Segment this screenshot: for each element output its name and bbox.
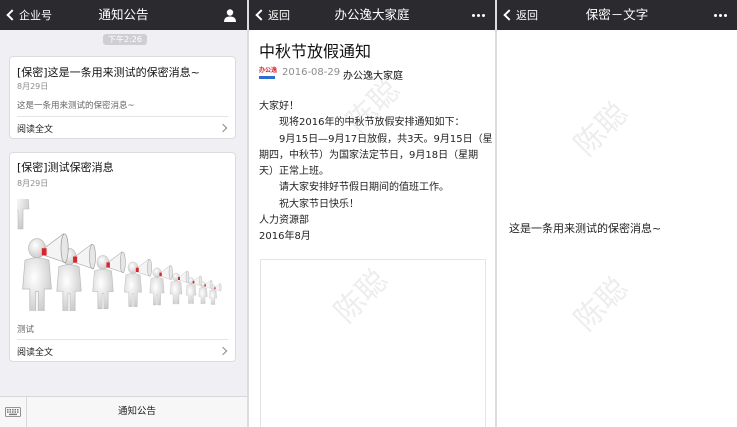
back-button[interactable]: 企业号 [6,0,52,30]
secret-message-text: 这是一条用来测试的保密消息~ [509,222,662,235]
navbar: 返回 保密－文字 [497,0,737,30]
watermark: 陈聪 [567,95,636,164]
article-line: 大家好！ [259,101,299,112]
back-button[interactable]: 返回 [255,0,290,30]
notice-list-screen: 企业号 通知公告 下午2:26 [保密]这是一条用来测试的保密消息~ 8月29日… [0,0,247,427]
back-label: 返回 [516,9,538,22]
card-description: 这是一条用来测试的保密消息~ [17,101,135,111]
watermark: 陈聪 [567,270,636,339]
article-date: 2016-08-29 [282,67,341,78]
secret-text-screen: 返回 保密－文字 这是一条用来测试的保密消息~ 陈聪 陈聪 [497,0,737,427]
read-more-label: 阅读全文 [17,125,54,135]
article-line: 天）正常上班。 [259,166,329,178]
back-label: 企业号 [19,9,52,22]
keyboard-toggle-button[interactable] [0,397,27,427]
card-title: [保密]测试保密消息 [17,161,114,174]
publisher-logo: 办公逸 [259,67,277,80]
back-button[interactable]: 返回 [503,0,538,30]
article-line: 9月15日—9月17日放假，共3天。9月15日（星 [279,133,493,145]
read-more-link[interactable]: 阅读全文 [10,340,235,362]
card-title: [保密]这是一条用来测试的保密消息~ [17,66,200,79]
article-line: 人力资源部 [259,215,309,227]
publisher-logo-bar [259,76,275,79]
article-screen: 返回 办公逸大家庭 中秋节放假通知 办公逸 2016-08-29 办公逸大家庭 … [249,0,495,427]
article-line: 现将2016年的中秋节放假安排通知如下： [279,117,465,129]
navbar: 返回 办公逸大家庭 [249,0,495,30]
chevron-left-icon [503,9,515,21]
megaphone-people-image [17,199,229,311]
person-icon[interactable] [223,8,237,22]
article-line: 请大家安排好节假日期间的值班工作。 [279,182,449,194]
keyboard-icon [5,407,21,417]
read-more-label: 阅读全文 [17,348,54,358]
card-date: 8月29日 [17,82,49,91]
notice-card[interactable]: [保密]测试保密消息 8月29日 测试 阅读全文 [9,152,236,362]
more-dots-icon[interactable] [714,0,727,30]
article-line: 祝大家节日快乐！ [279,198,359,210]
article-line: 2016年8月 [259,231,311,243]
card-date: 8月29日 [17,179,49,188]
read-more-link[interactable]: 阅读全文 [10,117,235,139]
publisher-logo-text: 办公逸 [259,67,278,74]
bottom-menu-item-notice[interactable]: 通知公告 [27,397,247,427]
article-embed-area [260,259,486,427]
article-title: 中秋节放假通知 [259,42,372,61]
back-label: 返回 [268,9,290,22]
notice-card[interactable]: [保密]这是一条用来测试的保密消息~ 8月29日 这是一条用来测试的保密消息~ … [9,56,236,139]
article-body: 大家好！ 现将2016年的中秋节放假安排通知如下： 9月15日—9月17日放假，… [259,99,493,246]
article-line: 期四，中秋节）为国家法定节日，9月18日（星期 [259,149,479,161]
bottom-menu-bar: 通知公告 [0,396,247,427]
chevron-left-icon [255,9,267,21]
article-author-link[interactable]: 办公逸大家庭 [343,67,403,82]
more-dots-icon[interactable] [472,0,485,30]
navbar: 企业号 通知公告 [0,0,247,30]
message-timestamp: 下午2:26 [103,34,147,45]
chevron-right-icon [218,346,228,356]
chevron-left-icon [6,9,18,21]
card-description: 测试 [17,325,35,335]
chevron-right-icon [218,123,228,133]
